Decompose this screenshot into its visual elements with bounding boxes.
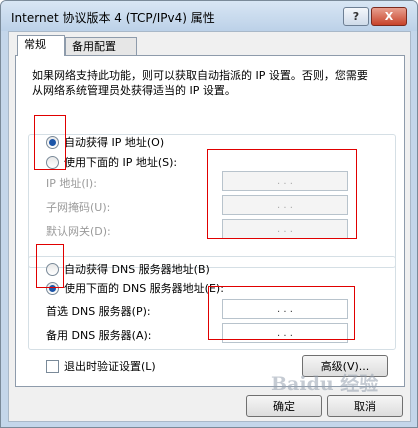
validate-label: 退出时验证设置(L) [64,360,156,373]
preferred-dns-input[interactable]: . . . [222,299,348,319]
preferred-dns-value: . . . [277,303,293,315]
ip-auto-radio[interactable] [46,135,59,149]
ip-auto-label: 自动获得 IP 地址(O) [64,136,165,149]
dns-auto-radio[interactable] [46,262,59,276]
ip-manual-radio[interactable] [46,155,59,169]
dialog-window: Internet 协议版本 4 (TCP/IPv4) 属性 ? X 备用配置 常… [0,0,418,428]
subnet-mask-label: 子网掩码(U): [46,201,111,214]
ok-button[interactable]: 确定 [246,395,322,417]
preferred-dns-label: 首选 DNS 服务器(P): [46,305,151,318]
dns-manual-radio[interactable] [46,281,59,295]
default-gateway-label: 默认网关(D): [46,225,111,238]
title-bar: Internet 协议版本 4 (TCP/IPv4) 属性 ? X [1,1,417,31]
dns-manual-option[interactable]: 使用下面的 DNS 服务器地址(E): [46,280,224,296]
default-gateway-input[interactable]: . . . [222,219,348,239]
dialog-body: 备用配置 常规 如果网络支持此功能，则可以获取自动指派的 IP 设置。否则，您需… [8,31,411,422]
tab-alternate-config[interactable]: 备用配置 [65,37,137,56]
cancel-button[interactable]: 取消 [327,395,403,417]
close-button[interactable]: X [371,7,407,26]
ip-address-label: IP 地址(I): [46,177,97,190]
dns-auto-option[interactable]: 自动获得 DNS 服务器地址(B) [46,261,210,277]
ip-manual-label: 使用下面的 IP 地址(S): [64,156,178,169]
validate-option[interactable]: 退出时验证设置(L) [46,358,156,374]
dns-manual-label: 使用下面的 DNS 服务器地址(E): [64,282,224,295]
dns-auto-label: 自动获得 DNS 服务器地址(B) [64,263,210,276]
alternate-dns-value: . . . [277,327,293,339]
baidu-watermark: Baidu 经验 [271,373,379,395]
tab-general[interactable]: 常规 [17,35,65,56]
validate-checkbox[interactable] [46,359,59,373]
help-button[interactable]: ? [343,7,369,26]
ip-auto-option[interactable]: 自动获得 IP 地址(O) [46,134,164,150]
alternate-dns-label: 备用 DNS 服务器(A): [46,329,152,342]
ip-address-input[interactable]: . . . [222,171,348,191]
description-text: 如果网络支持此功能，则可以获取自动指派的 IP 设置。否则，您需要从网络系统管理… [32,69,368,97]
subnet-mask-value: . . . [277,199,293,211]
window-title: Internet 协议版本 4 (TCP/IPv4) 属性 [11,11,215,25]
default-gateway-value: . . . [277,223,293,235]
ip-manual-option[interactable]: 使用下面的 IP 地址(S): [46,154,177,170]
subnet-mask-input[interactable]: . . . [222,195,348,215]
alternate-dns-input[interactable]: . . . [222,323,348,343]
ip-address-value: . . . [277,175,293,187]
general-panel: 如果网络支持此功能，则可以获取自动指派的 IP 设置。否则，您需要从网络系统管理… [15,55,405,387]
